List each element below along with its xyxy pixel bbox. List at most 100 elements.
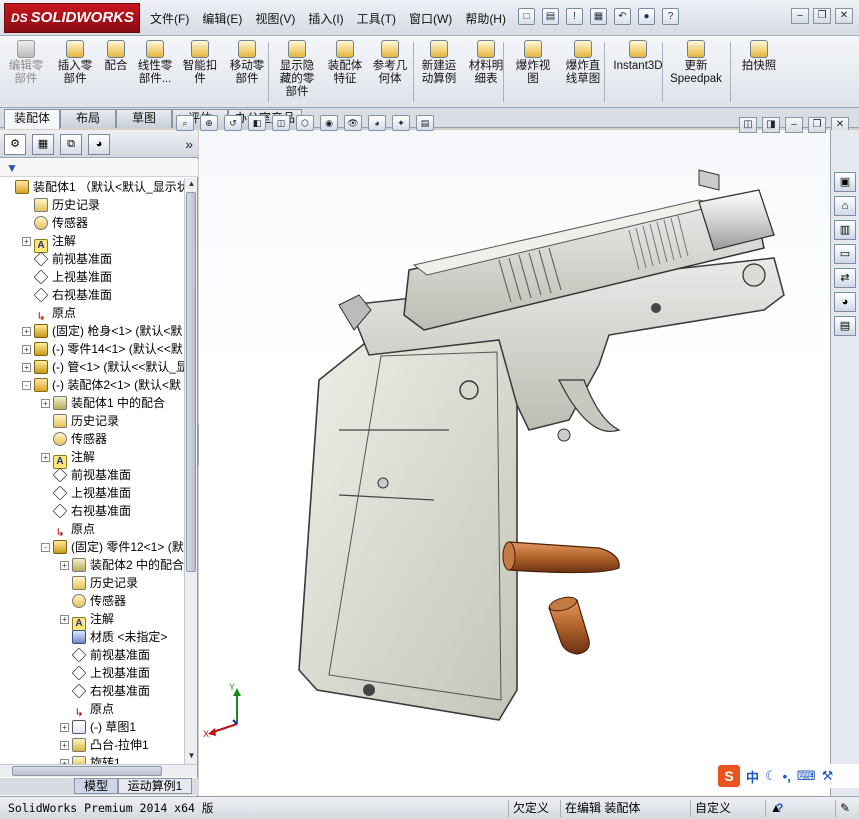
viewport-minimize-icon[interactable]: – <box>785 117 803 133</box>
expand-icon[interactable]: + <box>60 561 69 570</box>
status-units[interactable]: 自定义 <box>690 800 760 817</box>
tree-item[interactable]: 前视基准面 <box>41 466 131 484</box>
solidworks-logo[interactable]: DS SOLIDWORKS <box>4 3 140 33</box>
tree-item[interactable]: + A 注解 <box>22 232 76 253</box>
zoom-to-area-icon[interactable]: ⊕ <box>200 115 218 131</box>
viewport-restore-icon[interactable]: ❐ <box>808 117 826 133</box>
ribbon-button-0[interactable]: 编辑零 部件 <box>4 40 48 86</box>
apply-scene-icon[interactable]: ✦ <box>392 115 410 131</box>
tab-1[interactable]: 布局 <box>60 109 116 128</box>
tree-item[interactable]: + (固定) 枪身<1> (默认<默 <box>22 322 182 340</box>
tree-item[interactable]: 右视基准面 <box>60 682 150 700</box>
tree-item[interactable]: - (固定) 零件12<1> (默 <box>41 538 184 556</box>
collapse-icon[interactable]: - <box>41 543 50 552</box>
ribbon-button-12[interactable]: 爆炸直 线草图 <box>558 40 608 86</box>
tile-left-icon[interactable]: ◫ <box>739 117 757 133</box>
print-icon[interactable]: ▦ <box>590 8 607 25</box>
ribbon-button-7[interactable]: 装配体 特征 <box>322 40 368 86</box>
close-icon[interactable]: ✕ <box>835 8 853 24</box>
view-orientation-icon[interactable]: ⬡ <box>296 115 314 131</box>
tree-item[interactable]: 右视基准面 <box>22 286 112 304</box>
file-explorer-icon[interactable]: ▭ <box>834 244 856 264</box>
display-style-icon[interactable]: ◉ <box>320 115 338 131</box>
tree-item[interactable]: 前视基准面 <box>22 250 112 268</box>
tree-item[interactable]: 上视基准面 <box>22 268 112 286</box>
tab-2[interactable]: 草图 <box>116 109 172 128</box>
tree-item[interactable]: ↳ 原点 <box>41 520 95 539</box>
tree-item[interactable]: 前视基准面 <box>60 646 150 664</box>
expand-icon[interactable]: + <box>22 363 31 372</box>
tree-item[interactable]: + (-) 管<1> (默认<<默认_显 <box>22 358 184 376</box>
menu-4[interactable]: 工具(T) <box>357 10 396 27</box>
menu-3[interactable]: 插入(I) <box>308 10 343 27</box>
expand-icon[interactable]: + <box>41 453 50 462</box>
cartridge-1[interactable] <box>502 541 620 574</box>
warning-icon[interactable]: ! <box>566 8 583 25</box>
ribbon-button-8[interactable]: 参考几 何体 <box>366 40 414 86</box>
tree-item[interactable]: + (-) 零件14<1> (默认<<默 <box>22 340 183 358</box>
ribbon-button-9[interactable]: 新建运 动算例 <box>414 40 464 86</box>
view-settings-icon[interactable]: ▤ <box>416 115 434 131</box>
tree-item[interactable]: + A 注解 <box>60 610 114 631</box>
ime-language-toggle[interactable]: 中 <box>746 767 759 786</box>
ime-punctuation-icon[interactable]: •, <box>783 769 791 784</box>
tree-item[interactable]: - (-) 装配体2<1> (默认<默 <box>22 376 181 394</box>
ribbon-button-10[interactable]: 材料明 细表 <box>464 40 508 86</box>
ribbon-button-6[interactable]: 显示隐 藏的零 部件 <box>272 40 322 99</box>
tree-item[interactable]: + 凸台-拉伸1 <box>60 736 149 754</box>
restore-icon[interactable]: ❐ <box>813 8 831 24</box>
tree-item[interactable]: 历史记录 <box>60 574 138 592</box>
bottom-tab-1[interactable]: 运动算例1 <box>118 778 192 794</box>
tree-item[interactable]: + 旋转1 <box>60 754 121 764</box>
home-icon[interactable]: ⌂ <box>834 196 856 216</box>
tree-item[interactable]: + 装配体2 中的配合 <box>60 556 184 574</box>
ribbon-button-2[interactable]: 配合 <box>100 40 132 73</box>
tree-item[interactable]: 上视基准面 <box>41 484 131 502</box>
help-icon[interactable]: ? <box>662 8 679 25</box>
menu-1[interactable]: 编辑(E) <box>202 10 242 27</box>
filter-icon[interactable]: ▼ <box>6 161 18 175</box>
ime-keyboard-icon[interactable]: ⌨ <box>797 768 816 784</box>
hide-show-items-icon[interactable]: 👁 <box>344 115 362 131</box>
view-palette-icon[interactable]: ⇄ <box>834 268 856 288</box>
appearances-icon[interactable]: ◕ <box>834 292 856 312</box>
dynamic-annotation-icon[interactable]: ◫ <box>272 115 290 131</box>
tree-item[interactable]: ↳ 原点 <box>60 700 114 719</box>
pistol-assembly-model[interactable] <box>199 130 830 730</box>
scroll-up-icon[interactable]: ▲ <box>186 179 197 191</box>
solidworks-resources-icon[interactable]: ▣ <box>834 172 856 192</box>
ribbon-button-3[interactable]: 线性零 部件... <box>132 40 178 86</box>
expand-icon[interactable]: + <box>60 615 69 624</box>
menu-2[interactable]: 视图(V) <box>255 10 295 27</box>
expand-icon[interactable]: + <box>60 741 69 750</box>
tile-right-icon[interactable]: ◨ <box>762 117 780 133</box>
tab-0[interactable]: 装配体 <box>4 109 60 129</box>
appearance-manager-tab-icon[interactable]: ◕ <box>88 134 110 155</box>
ribbon-button-1[interactable]: 插入零 部件 <box>50 40 100 86</box>
scroll-down-icon[interactable]: ▼ <box>186 751 197 763</box>
custom-properties-icon[interactable]: ▤ <box>834 316 856 336</box>
menu-6[interactable]: 帮助(H) <box>465 10 506 27</box>
expand-icon[interactable]: + <box>22 237 31 246</box>
traffic-light-icon[interactable]: ● <box>638 8 655 25</box>
status-feedback-icon[interactable]: ✎ <box>835 800 850 817</box>
collapse-icon[interactable]: - <box>22 381 31 390</box>
tree-item[interactable]: 传感器 <box>60 592 126 610</box>
ribbon-button-5[interactable]: 移动零 部件 <box>222 40 272 86</box>
ribbon-button-4[interactable]: 智能扣 件 <box>178 40 222 86</box>
ribbon-button-11[interactable]: 爆炸视 图 <box>508 40 558 86</box>
new-document-icon[interactable]: □ <box>518 8 535 25</box>
horizontal-scroll-thumb[interactable] <box>12 766 162 776</box>
tree-vertical-scrollbar[interactable]: ▲ ▼ <box>184 178 197 764</box>
tree-item[interactable]: + A 注解 <box>41 448 95 469</box>
feature-manager-tab-icon[interactable]: ⚙ <box>4 134 26 155</box>
sogou-ime-logo[interactable]: S <box>718 765 740 787</box>
previous-view-icon[interactable]: ↺ <box>224 115 242 131</box>
status-help-icon[interactable]: ? <box>772 800 783 817</box>
expand-icon[interactable]: + <box>22 345 31 354</box>
tree-item[interactable]: ↳ 原点 <box>22 304 76 323</box>
bottom-tab-0[interactable]: 模型 <box>74 778 118 794</box>
tree-horizontal-scrollbar[interactable] <box>0 764 197 777</box>
expand-icon[interactable]: + <box>22 327 31 336</box>
design-library-icon[interactable]: ▥ <box>834 220 856 240</box>
